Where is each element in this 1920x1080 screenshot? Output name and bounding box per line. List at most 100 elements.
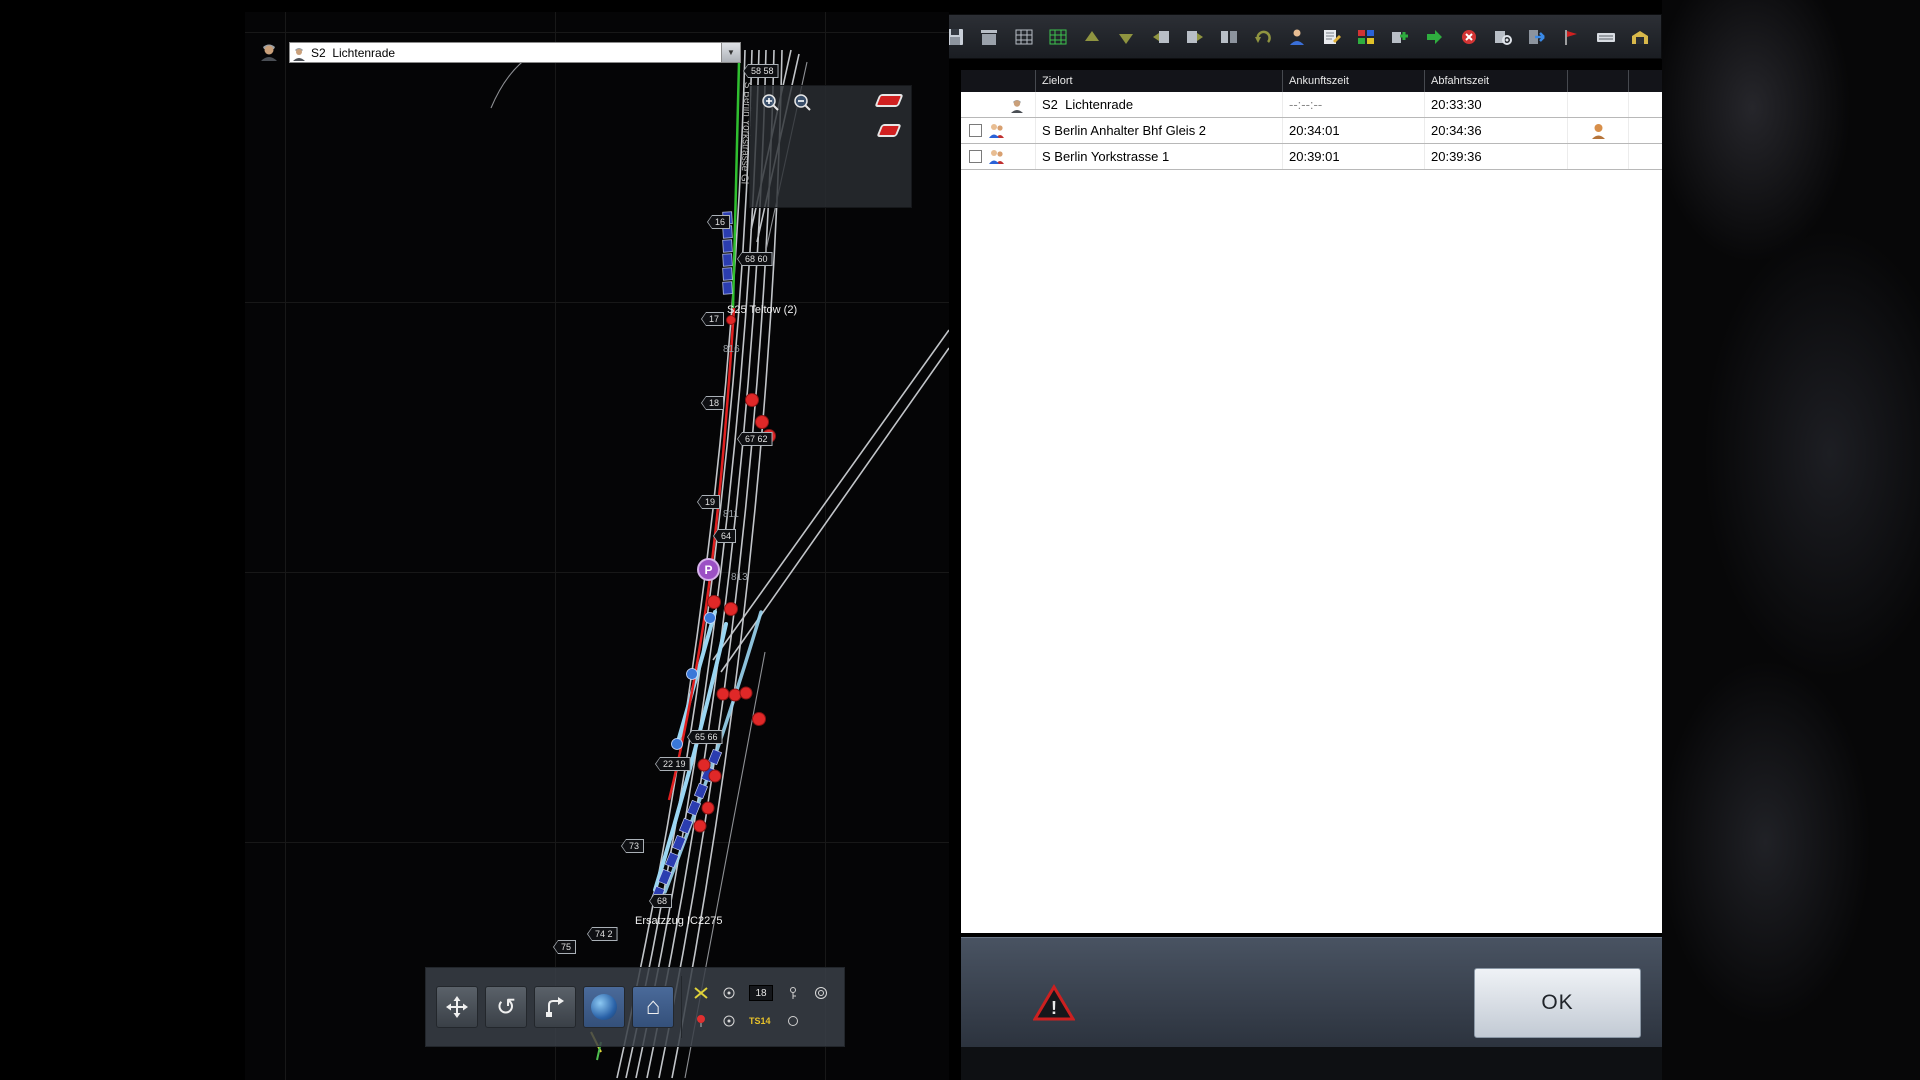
track-label[interactable]: 65 66 [687, 730, 723, 744]
track-label-text: 67 62 [738, 433, 772, 445]
service-driver-icon [290, 45, 308, 61]
stop-checkbox[interactable] [969, 150, 982, 163]
track-label[interactable]: 68 60 [737, 252, 773, 266]
add-service-button[interactable] [1385, 21, 1415, 52]
header-cell-extra2 [1628, 70, 1662, 92]
table-compact-button[interactable] [1214, 21, 1244, 52]
track-label[interactable]: 58 58 [743, 64, 779, 78]
zoom-panel [749, 85, 912, 208]
zoom-in-icon [762, 94, 779, 111]
map-view-button[interactable] [583, 986, 625, 1028]
add-service-icon [1392, 31, 1409, 43]
service-settings-icon [1494, 30, 1512, 45]
header-cell-abfahrtszeit[interactable]: Abfahrtszeit [1424, 70, 1567, 92]
track-label[interactable]: 22 19 [655, 757, 691, 771]
undo-button[interactable] [1248, 21, 1278, 52]
warning-icon: ! [1033, 984, 1075, 1021]
driver-avatar-icon [261, 44, 277, 61]
target-toggle[interactable] [813, 986, 829, 1000]
station-label-teltow: S25 Teltow (2) [727, 304, 798, 316]
track-label-text: 74 2 [588, 928, 617, 940]
driver-button[interactable] [1282, 21, 1312, 52]
move-tool-button[interactable] [436, 986, 478, 1028]
keyboard-icon [1596, 32, 1615, 42]
gauge-toggle[interactable] [785, 986, 801, 1000]
track-label-text: 68 60 [738, 253, 772, 265]
track-label-text: 18 [702, 397, 724, 409]
grid-view-button[interactable] [1008, 21, 1038, 52]
zoom-out-button[interactable] [790, 92, 816, 116]
dropdown-arrow-button[interactable]: ▼ [721, 43, 740, 62]
scan-icon [723, 987, 735, 999]
arrival-cell: 20:39:01 [1282, 144, 1424, 169]
zoom-in-button[interactable] [758, 92, 784, 116]
rotate-view-button[interactable]: ↺ [485, 986, 527, 1028]
table-back-icon [1152, 30, 1169, 43]
depot-icon [1631, 30, 1648, 44]
header-cell-ankunftszeit[interactable]: Ankunftszeit [1282, 70, 1424, 92]
table-forward-button[interactable] [1180, 21, 1210, 52]
track-number-label: 811 [723, 509, 739, 520]
track-label-text: 65 66 [688, 731, 722, 743]
overlay-close-button[interactable] [874, 94, 904, 107]
circle-toggle[interactable] [785, 1014, 801, 1028]
keyboard-button[interactable] [1590, 21, 1620, 52]
table-row[interactable]: S Berlin Yorkstrasse 1 20:39:01 20:39:36 [961, 144, 1662, 170]
destination-cell: S2 Lichtenrade [1035, 92, 1282, 117]
remove-service-button[interactable] [1454, 21, 1484, 52]
jump-tool-button[interactable] [534, 986, 576, 1028]
sort-down-icon [1119, 33, 1134, 44]
departure-cell: 20:34:36 [1424, 118, 1567, 143]
service-dropdown[interactable]: S2 Lichtenrade ▼ [289, 42, 741, 63]
header-cell-zielort[interactable]: Zielort [1035, 70, 1282, 92]
signal-state-icon [697, 1015, 705, 1027]
sort-up-button[interactable] [1077, 21, 1107, 52]
header-cell-extra1 [1567, 70, 1628, 92]
table-row[interactable]: S Berlin Anhalter Bhf Gleis 2 20:34:01 2… [961, 118, 1662, 144]
table-row[interactable]: S2 Lichtenrade --:--:-- 20:33:30 [961, 92, 1662, 118]
destination-cell: S Berlin Yorkstrasse 1 [1035, 144, 1282, 169]
services-overview-button[interactable] [1351, 21, 1381, 52]
confirm-panel: ! OK [961, 937, 1662, 1047]
move-icon [446, 996, 468, 1018]
sort-up-icon [1085, 30, 1100, 41]
track-label[interactable]: 74 2 [587, 927, 618, 941]
grid-view-icon [1015, 29, 1033, 44]
track-label-text: 64 [714, 530, 736, 542]
map-controls-bar: ↺ ⌂ 18 TS14 [425, 967, 845, 1047]
edit-list-icon [1323, 29, 1341, 44]
overlay-draw-button[interactable] [876, 124, 902, 137]
table-back-button[interactable] [1145, 21, 1175, 52]
track-label[interactable]: 67 62 [737, 432, 773, 446]
driver-avatar-button[interactable] [255, 38, 283, 66]
depot-button[interactable] [1625, 21, 1655, 52]
service-settings-button[interactable] [1488, 21, 1518, 52]
insert-service-button[interactable] [1419, 21, 1449, 52]
ok-button[interactable]: OK [1474, 968, 1641, 1038]
main-toolbar [933, 14, 1662, 59]
exit-service-button[interactable] [1522, 21, 1552, 52]
home-icon: ⌂ [645, 993, 661, 1020]
bottom-strip [961, 1047, 1662, 1080]
sort-down-button[interactable] [1111, 21, 1141, 52]
insert-service-icon [1427, 29, 1443, 44]
flag-icon [1565, 29, 1578, 45]
arrival-cell: --:--:-- [1282, 92, 1424, 117]
p-marker[interactable]: P [697, 558, 720, 581]
track-label-text: 16 [708, 216, 730, 228]
edit-list-button[interactable] [1317, 21, 1347, 52]
signal-state-toggle[interactable] [693, 1014, 709, 1028]
home-view-button[interactable]: ⌂ [632, 986, 674, 1028]
jump-icon [546, 997, 564, 1017]
scan-toggle[interactable] [721, 986, 737, 1000]
map-panel[interactable]: 58 58 16 68 60 17 18 67 62 19 64 65 66 2… [245, 12, 949, 1080]
departure-cell: 20:33:30 [1424, 92, 1567, 117]
flag-button[interactable] [1556, 21, 1586, 52]
grid-view-active-button[interactable] [1043, 21, 1073, 52]
contact-toggle[interactable] [721, 1014, 737, 1028]
track-ids-toggle[interactable] [693, 986, 709, 1000]
track-label-text: 58 58 [744, 65, 778, 77]
stop-checkbox[interactable] [969, 124, 982, 137]
archive-button[interactable] [974, 21, 1004, 52]
globe-icon [591, 994, 617, 1020]
